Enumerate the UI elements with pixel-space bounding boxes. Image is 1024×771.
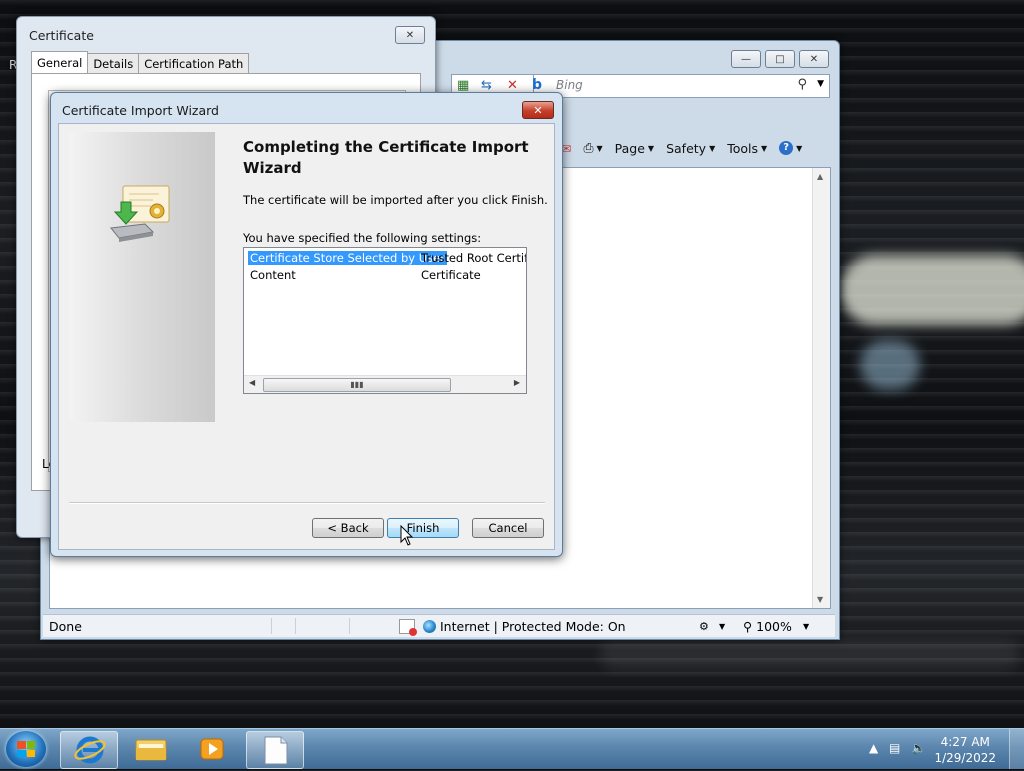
- zoom-icon: ⚲: [743, 618, 753, 634]
- close-button[interactable]: ✕: [799, 50, 829, 68]
- print-button[interactable]: ⎙ ▼: [583, 140, 602, 156]
- taskbar-document[interactable]: [246, 731, 304, 769]
- folder-icon: [135, 739, 167, 761]
- taskbar-media-player[interactable]: [184, 731, 240, 767]
- zoom-control[interactable]: ⚲ 100%: [743, 619, 792, 634]
- chevron-down-icon[interactable]: ▼: [817, 79, 824, 89]
- scroll-left-icon[interactable]: ◀: [249, 378, 255, 387]
- ie-caption-buttons: — □ ✕: [731, 50, 829, 68]
- maximize-button[interactable]: □: [765, 50, 795, 68]
- scroll-right-icon[interactable]: ▶: [514, 378, 520, 387]
- stop-icon[interactable]: ✕: [507, 78, 518, 93]
- tab-strip: General Details Certification Path: [31, 51, 250, 73]
- scroll-down-icon[interactable]: ▼: [817, 595, 823, 604]
- status-divider: [349, 618, 350, 634]
- minimize-button[interactable]: —: [731, 50, 761, 68]
- safety-menu[interactable]: Safety ▼: [666, 141, 715, 156]
- setting-value: Trusted Root Certifica: [421, 251, 526, 265]
- clock[interactable]: 4:27 AM 1/29/2022: [934, 734, 996, 766]
- page-menu[interactable]: Page ▼: [615, 141, 654, 156]
- zoom-level: 100%: [756, 618, 792, 634]
- vertical-scrollbar[interactable]: ▲ ▼: [812, 168, 830, 608]
- scrollbar-thumb[interactable]: ▮▮▮: [263, 378, 451, 392]
- security-zone[interactable]: Internet | Protected Mode: On: [423, 619, 626, 634]
- show-desktop-button[interactable]: [1009, 729, 1024, 769]
- chevron-down-icon[interactable]: ▼: [719, 622, 725, 631]
- settings-label: You have specified the following setting…: [243, 231, 482, 245]
- tab-general[interactable]: General: [31, 51, 89, 73]
- mouse-cursor-icon: [400, 524, 414, 550]
- list-item[interactable]: Content: [250, 267, 296, 283]
- bing-logo-icon: b: [532, 77, 543, 93]
- certificate-import-icon: [109, 180, 175, 249]
- search-icon[interactable]: ⚲: [797, 77, 807, 92]
- refresh-icon[interactable]: ⇆: [481, 78, 492, 93]
- status-divider: [271, 618, 272, 634]
- system-tray: ▲ ▤ 🔈 4:27 AM 1/29/2022: [859, 729, 1024, 769]
- network-icon[interactable]: ▤: [889, 741, 900, 755]
- horizontal-scrollbar[interactable]: ◀ ▮▮▮ ▶: [244, 375, 526, 393]
- page-menu-label: Page: [614, 140, 645, 156]
- scroll-up-icon[interactable]: ▲: [817, 172, 823, 181]
- taskbar-windows-explorer[interactable]: [122, 731, 178, 767]
- tab-details[interactable]: Details: [87, 53, 140, 73]
- show-hidden-icons-icon[interactable]: ▲: [869, 741, 878, 755]
- setting-name: Content: [250, 268, 296, 282]
- search-input[interactable]: Bing: [556, 78, 583, 92]
- volume-muted-icon[interactable]: 🔈: [911, 741, 926, 755]
- safety-menu-label: Safety: [666, 140, 707, 156]
- wizard-client-area: Completing the Certificate Import Wizard…: [58, 123, 555, 550]
- taskbar: ▲ ▤ 🔈 4:27 AM 1/29/2022: [0, 728, 1024, 769]
- internet-explorer-icon: [74, 736, 106, 764]
- wizard-heading: Completing the Certificate Import Wizard: [243, 138, 529, 177]
- status-text: Done: [49, 618, 82, 634]
- close-button[interactable]: ✕: [522, 101, 554, 119]
- dialog-title: Certificate Import Wizard: [62, 103, 219, 118]
- close-button[interactable]: ✕: [395, 26, 425, 44]
- blocked-content-icon[interactable]: [399, 618, 417, 636]
- tools-menu-label: Tools: [727, 140, 759, 156]
- zone-label: Internet | Protected Mode: On: [440, 618, 626, 634]
- finish-button[interactable]: Finish: [387, 518, 459, 538]
- clock-time: 4:27 AM: [940, 735, 990, 749]
- certificate-import-wizard: Certificate Import Wizard ✕ Completing t…: [50, 92, 563, 557]
- chevron-down-icon: ▼: [709, 143, 716, 153]
- tab-certification-path[interactable]: Certification Path: [138, 53, 250, 73]
- media-player-icon: [200, 738, 224, 760]
- globe-icon: [423, 619, 436, 633]
- tools-menu[interactable]: Tools ▼: [727, 141, 767, 156]
- start-button[interactable]: [6, 731, 46, 767]
- back-button[interactable]: < Back: [312, 518, 384, 538]
- document-icon: [264, 736, 288, 765]
- chevron-down-icon: ▼: [761, 143, 768, 153]
- dialog-title: Certificate: [29, 28, 94, 43]
- windows-logo-icon: [17, 741, 35, 757]
- clock-date: 1/29/2022: [934, 751, 996, 765]
- chevron-down-icon: ▼: [796, 143, 803, 153]
- setting-name: Certificate Store Selected by User: [248, 251, 447, 265]
- compatibility-view-icon[interactable]: ▦: [457, 78, 469, 93]
- settings-list[interactable]: Certificate Store Selected by User Trust…: [243, 247, 527, 394]
- divider: [69, 502, 545, 504]
- setting-value: Certificate: [421, 268, 481, 282]
- chevron-down-icon: ▼: [596, 143, 603, 153]
- popup-settings-icon[interactable]: ⚙: [699, 620, 709, 633]
- close-icon: ✕: [533, 103, 543, 117]
- list-item[interactable]: Certificate Store Selected by User: [248, 250, 447, 266]
- status-divider: [295, 618, 296, 634]
- status-bar: Done Internet | Protected Mode: On ⚙ ▼ ⚲…: [43, 614, 835, 637]
- wizard-side-panel: [69, 132, 215, 422]
- print-icon: ⎙: [583, 140, 594, 155]
- cancel-button[interactable]: Cancel: [472, 518, 544, 538]
- taskbar-internet-explorer[interactable]: [60, 731, 118, 769]
- help-icon: ?: [779, 141, 794, 155]
- wizard-description: The certificate will be imported after y…: [243, 193, 548, 207]
- chevron-down-icon[interactable]: ▼: [803, 622, 809, 631]
- search-box[interactable]: b Bing ⚲ ▼: [532, 74, 830, 98]
- chevron-down-icon: ▼: [647, 143, 655, 153]
- help-menu[interactable]: ? ▼: [779, 141, 802, 155]
- command-bar: ✉ ⎙ ▼ Page ▼ Safety ▼ Tools ▼ ? ▼: [561, 137, 831, 159]
